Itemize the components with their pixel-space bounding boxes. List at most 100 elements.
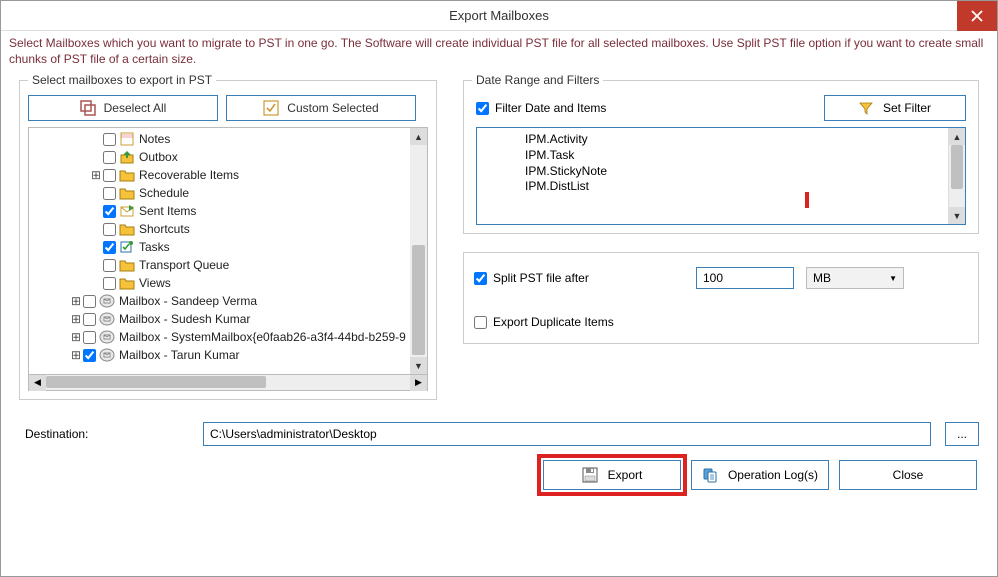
tree-row[interactable]: ⊞Mailbox - Sandeep Verma [35, 292, 410, 310]
tree-row[interactable]: Tasks [35, 238, 410, 256]
split-value-input[interactable] [696, 267, 794, 289]
action-row: Export Operation Log(s) Close [19, 460, 979, 490]
tree-checkbox[interactable] [103, 187, 116, 200]
tree-row[interactable]: Sent Items [35, 202, 410, 220]
tree-vscrollbar[interactable]: ▲ ▼ [410, 128, 427, 374]
close-button[interactable]: Close [839, 460, 977, 490]
split-checkbox-row[interactable]: Split PST file after [474, 271, 684, 285]
tree-checkbox[interactable] [83, 313, 96, 326]
tree-checkbox[interactable] [103, 169, 116, 182]
duplicate-checkbox-row[interactable]: Export Duplicate Items [474, 315, 968, 329]
split-panel: Split PST file after MB ▼ Export Duplica… [463, 252, 979, 344]
tree-row[interactable]: Notes [35, 130, 410, 148]
folder-icon [119, 186, 135, 200]
filter-date-checkbox[interactable] [476, 102, 489, 115]
split-checkbox[interactable] [474, 272, 487, 285]
tree-row[interactable]: Views [35, 274, 410, 292]
scroll-thumb-h[interactable] [46, 376, 266, 388]
tree-row[interactable]: Shortcuts [35, 220, 410, 238]
duplicate-checkbox[interactable] [474, 316, 487, 329]
tree-checkbox[interactable] [83, 349, 96, 362]
filter-date-checkbox-row[interactable]: Filter Date and Items [476, 101, 606, 115]
tree-label: Mailbox - Tarun Kumar [119, 348, 240, 362]
folder-icon [119, 222, 135, 236]
filter-item: IPM.Task [525, 148, 948, 164]
mailbox-icon [99, 312, 115, 326]
tree-label: Tasks [139, 240, 170, 254]
instruction-text: Select Mailboxes which you want to migra… [1, 31, 997, 67]
destination-input[interactable] [203, 422, 931, 446]
filters-legend: Date Range and Filters [472, 73, 603, 87]
tree-hscrollbar[interactable]: ◀ ▶ [28, 374, 428, 391]
custom-selected-button[interactable]: Custom Selected [226, 95, 416, 121]
tree-checkbox[interactable] [103, 259, 116, 272]
scroll-right-icon[interactable]: ▶ [410, 374, 427, 391]
split-unit-select[interactable]: MB ▼ [806, 267, 904, 289]
tree-row[interactable]: Schedule [35, 184, 410, 202]
tree-expander[interactable]: ⊞ [69, 312, 83, 326]
tree-checkbox[interactable] [103, 151, 116, 164]
export-button[interactable]: Export [543, 460, 681, 490]
tree-checkbox[interactable] [103, 223, 116, 236]
tree-row[interactable]: ⊞Recoverable Items [35, 166, 410, 184]
custom-selected-label: Custom Selected [287, 101, 378, 115]
close-icon [971, 10, 983, 22]
date-range-filters-panel: Date Range and Filters Filter Date and I… [463, 73, 979, 234]
tree-checkbox[interactable] [103, 241, 116, 254]
scroll-thumb[interactable] [951, 145, 963, 189]
scroll-thumb[interactable] [412, 245, 425, 355]
filter-item: IPM.DistList [525, 179, 948, 195]
tree-checkbox[interactable] [103, 205, 116, 218]
export-label: Export [608, 468, 643, 482]
tree-expander[interactable]: ⊞ [69, 348, 83, 362]
tasks-icon [119, 240, 135, 254]
split-unit-value: MB [813, 271, 831, 285]
mailbox-icon [99, 330, 115, 344]
tree-row[interactable]: Outbox [35, 148, 410, 166]
text-cursor [805, 192, 809, 208]
deselect-all-label: Deselect All [104, 101, 167, 115]
scroll-down-icon[interactable]: ▼ [410, 357, 427, 374]
tree-label: Shortcuts [139, 222, 190, 236]
close-label: Close [893, 468, 924, 482]
save-icon [582, 467, 598, 483]
filter-vscrollbar[interactable]: ▲ ▼ [948, 128, 965, 224]
window-close-button[interactable] [957, 1, 997, 31]
scroll-left-icon[interactable]: ◀ [29, 374, 46, 391]
tree-label: Outbox [139, 150, 178, 164]
set-filter-button[interactable]: Set Filter [824, 95, 966, 121]
scroll-down-icon[interactable]: ▼ [949, 207, 965, 224]
chevron-down-icon: ▼ [889, 274, 897, 283]
tree-checkbox[interactable] [83, 295, 96, 308]
tree-checkbox[interactable] [103, 133, 116, 146]
tree-checkbox[interactable] [103, 277, 116, 290]
tree-row[interactable]: ⊞ Mailbox - Tarun Kumar [35, 346, 410, 364]
scroll-up-icon[interactable]: ▲ [949, 128, 965, 145]
mailbox-icon [99, 294, 115, 308]
filter-date-label: Filter Date and Items [495, 101, 606, 115]
tree-row[interactable]: Transport Queue [35, 256, 410, 274]
destination-label: Destination: [19, 427, 189, 441]
logs-label: Operation Log(s) [728, 468, 818, 482]
tree-row[interactable]: ⊞ Mailbox - SystemMailbox{e0faab26-a3f4-4… [35, 328, 410, 346]
tree-label: Sent Items [139, 204, 196, 218]
mailbox-select-legend: Select mailboxes to export in PST [28, 73, 216, 87]
titlebar: Export Mailboxes [1, 1, 997, 31]
tree-expander[interactable]: ⊞ [69, 294, 83, 308]
custom-select-icon [263, 100, 279, 116]
deselect-all-button[interactable]: Deselect All [28, 95, 218, 121]
tree-row[interactable]: ⊞Mailbox - Sudesh Kumar [35, 310, 410, 328]
mailbox-tree[interactable]: Notes Outbox ⊞Recoverable ItemsSchedule Sen… [28, 127, 428, 375]
filter-item: IPM.StickyNote [525, 164, 948, 180]
tree-label: Mailbox - SystemMailbox{e0faab26-a3f4-44… [119, 330, 406, 344]
tree-checkbox[interactable] [83, 331, 96, 344]
browse-button[interactable]: ... [945, 422, 979, 446]
filter-item-list[interactable]: IPM.ActivityIPM.TaskIPM.StickyNoteIPM.Di… [476, 127, 966, 225]
operation-logs-button[interactable]: Operation Log(s) [691, 460, 829, 490]
tree-expander[interactable]: ⊞ [69, 330, 83, 344]
scroll-up-icon[interactable]: ▲ [410, 128, 427, 145]
tree-expander[interactable]: ⊞ [89, 168, 103, 182]
browse-label: ... [957, 427, 967, 441]
outbox-icon [119, 150, 135, 164]
set-filter-label: Set Filter [883, 101, 931, 115]
